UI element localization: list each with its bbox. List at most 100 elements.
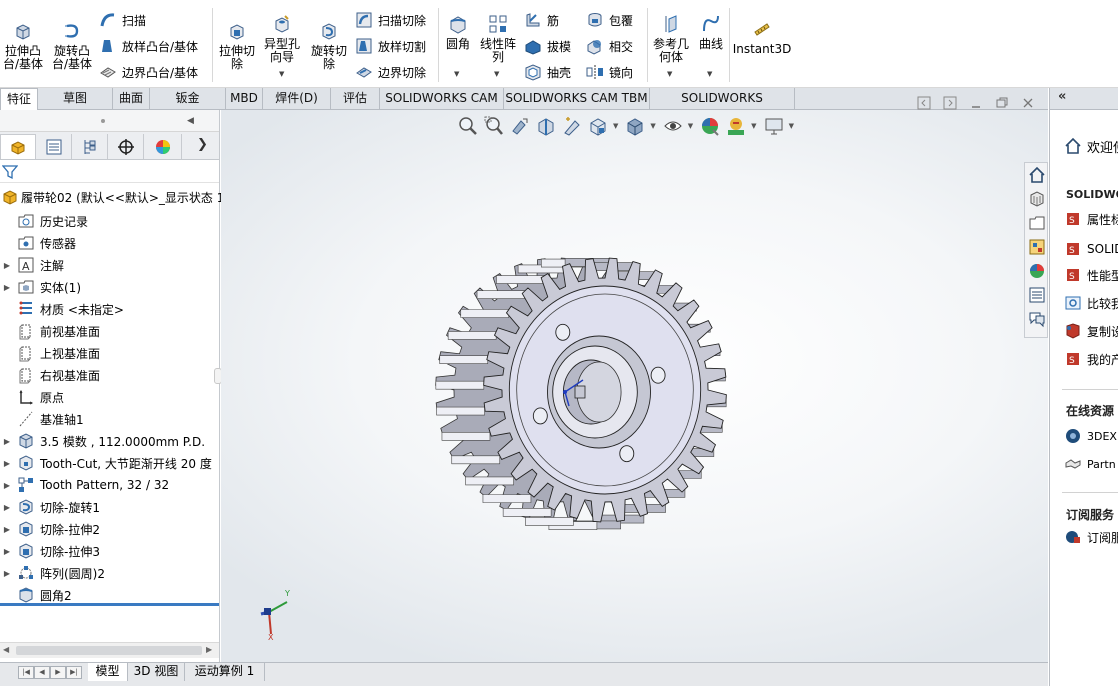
tree-item[interactable]: ▶ 切除-拉伸2: [0, 518, 100, 540]
extrude-cut-button[interactable]: 拉伸切 除: [217, 20, 257, 71]
tab-file-explorer[interactable]: [1026, 212, 1048, 234]
first-tab-button[interactable]: |◀: [18, 666, 34, 679]
close-icon[interactable]: [1021, 96, 1035, 110]
tab-dimxpert-manager[interactable]: [108, 134, 144, 159]
hole-wizard-button[interactable]: 异型孔 向导: [262, 13, 302, 64]
tree-item[interactable]: 历史记录: [0, 210, 88, 232]
tab-appearances[interactable]: [1026, 260, 1048, 282]
curves-dropdown-icon[interactable]: ▼: [707, 70, 712, 78]
tree-item[interactable]: 传感器: [0, 232, 76, 254]
online-item-1[interactable]: 3DEXP: [1064, 426, 1118, 446]
loft-boss-button[interactable]: 放样凸台/基体: [99, 37, 198, 55]
tool-item-6[interactable]: S 我的产: [1064, 349, 1118, 369]
tree-root-part[interactable]: 履带轮02 (默认<<默认>_显示状态 1: [0, 188, 224, 206]
expand-arrow-icon[interactable]: ▶: [0, 525, 14, 534]
hole-wizard-dropdown-icon[interactable]: ▼: [279, 70, 284, 78]
shell-button[interactable]: 抽壳: [524, 63, 571, 81]
tab-custom-properties[interactable]: [1026, 284, 1048, 306]
scroll-right-icon[interactable]: ▶: [206, 645, 212, 654]
tool-item-2[interactable]: S SOLID: [1064, 239, 1118, 259]
rollback-bar[interactable]: [0, 603, 219, 606]
tree-item[interactable]: ▶ 切除-拉伸3: [0, 540, 100, 562]
tab-motion-study-1[interactable]: 运动算例 1: [185, 663, 265, 681]
tab-feature-manager[interactable]: [0, 134, 36, 159]
tab-view-palette[interactable]: [1026, 236, 1048, 258]
tree-item[interactable]: ▶ 3.5 模数 , 112.0000mm P.D.: [0, 430, 205, 452]
fillet-button[interactable]: 圆角: [442, 13, 474, 51]
tree-item[interactable]: ▶ A 注解: [0, 254, 64, 276]
tool-item-4[interactable]: 比较我: [1064, 293, 1118, 313]
fillet-dropdown-icon[interactable]: ▼: [454, 70, 459, 78]
tab-configuration-manager[interactable]: [72, 134, 108, 159]
tab-features[interactable]: 特征: [0, 88, 38, 111]
tab-mbd[interactable]: MBD: [226, 88, 263, 110]
expand-arrow-icon[interactable]: ▶: [0, 569, 14, 578]
extrude-boss-button[interactable]: 拉伸凸 台/基体: [2, 20, 44, 71]
tabs-scroll-right-icon[interactable]: ❯: [197, 137, 208, 152]
tree-item[interactable]: 基准轴1: [0, 408, 84, 430]
tab-sketch[interactable]: 草图: [38, 88, 113, 110]
tab-3d-views[interactable]: 3D 视图: [128, 663, 185, 681]
tool-item-1[interactable]: S 属性标: [1064, 209, 1118, 229]
tool-item-5[interactable]: 复制设: [1064, 321, 1118, 341]
welcome-link[interactable]: 欢迎使: [1064, 136, 1118, 156]
expand-arrow-icon[interactable]: ▶: [0, 481, 14, 490]
scroll-left-icon[interactable]: ◀: [3, 645, 9, 654]
tree-item[interactable]: 上视基准面: [0, 342, 100, 364]
tree-item[interactable]: ▶ 阵列(圆周)2: [0, 562, 105, 584]
previous-tab-button[interactable]: ◀: [34, 666, 50, 679]
graphics-area[interactable]: ▼ ▼ ▼ ▼ ▼ Y X: [221, 110, 1048, 665]
tree-item[interactable]: ▶ 切除-旋转1: [0, 496, 100, 518]
curves-button[interactable]: 曲线: [696, 13, 726, 51]
boundary-boss-button[interactable]: 边界凸台/基体: [99, 63, 198, 81]
reference-geometry-button[interactable]: 参考几 何体: [651, 13, 691, 64]
tab-surfaces[interactable]: 曲面: [113, 88, 150, 110]
scroll-thumb[interactable]: [16, 646, 202, 655]
tree-item[interactable]: 右视基准面: [0, 364, 100, 386]
lofted-cut-button[interactable]: 放样切割: [355, 37, 426, 55]
expand-arrow-icon[interactable]: ▶: [0, 283, 14, 292]
collapse-right-icon[interactable]: [943, 96, 957, 110]
tab-solidworks-cam-tbm[interactable]: SOLIDWORKS CAM TBM: [504, 88, 650, 110]
next-tab-button[interactable]: ▶: [50, 666, 66, 679]
filter-icon[interactable]: [2, 164, 18, 180]
tab-forum[interactable]: [1026, 308, 1048, 330]
revolve-cut-button[interactable]: 旋转切 除: [308, 20, 350, 71]
sweep-button[interactable]: 扫描: [99, 11, 146, 29]
panel-pin-icon[interactable]: ◀: [187, 116, 194, 126]
collapse-task-pane-icon[interactable]: «: [1058, 89, 1066, 104]
collapse-left-icon[interactable]: [917, 96, 931, 110]
draft-button[interactable]: 拔模: [524, 37, 571, 55]
instant3d-button[interactable]: Instant3D: [733, 18, 791, 56]
tree-item[interactable]: ▶ Tooth-Cut, 大节距渐开线 20 度: [0, 452, 212, 474]
tree-item[interactable]: 材质 <未指定>: [0, 298, 124, 320]
swept-cut-button[interactable]: 扫描切除: [355, 11, 426, 29]
revolve-boss-button[interactable]: 旋转凸 台/基体: [50, 20, 94, 71]
tab-weldments[interactable]: 焊件(D): [263, 88, 331, 110]
tree-item[interactable]: ▶ Tooth Pattern, 32 / 32: [0, 474, 169, 496]
minimize-icon[interactable]: [969, 96, 983, 110]
expand-arrow-icon[interactable]: ▶: [0, 437, 14, 446]
tab-model[interactable]: 模型: [88, 663, 128, 681]
tree-horizontal-scrollbar[interactable]: ◀ ▶: [0, 642, 219, 658]
expand-arrow-icon[interactable]: ▶: [0, 459, 14, 468]
tab-display-manager[interactable]: [144, 134, 182, 159]
linear-pattern-dropdown-icon[interactable]: ▼: [494, 70, 499, 78]
tab-design-library[interactable]: [1026, 188, 1048, 210]
last-tab-button[interactable]: ▶|: [66, 666, 82, 679]
tree-item[interactable]: ▶ 实体(1): [0, 276, 81, 298]
restore-icon[interactable]: [995, 96, 1009, 110]
linear-pattern-button[interactable]: 线性阵 列: [478, 13, 518, 64]
rib-button[interactable]: 筋: [524, 11, 559, 29]
tab-solidworks-inspection[interactable]: SOLIDWORKS Inspection: [650, 88, 795, 126]
tool-item-3[interactable]: S 性能型: [1064, 265, 1118, 285]
gear-model[interactable]: [221, 110, 1048, 665]
tab-solidworks-resources[interactable]: [1026, 164, 1048, 186]
wrap-button[interactable]: 包覆: [586, 11, 633, 29]
intersect-button[interactable]: 相交: [586, 37, 633, 55]
reference-geometry-dropdown-icon[interactable]: ▼: [667, 70, 672, 78]
subscription-item-1[interactable]: 订阅服: [1064, 527, 1118, 547]
expand-arrow-icon[interactable]: ▶: [0, 547, 14, 556]
mirror-button[interactable]: 镜向: [586, 63, 633, 81]
tab-property-manager[interactable]: [36, 134, 72, 159]
